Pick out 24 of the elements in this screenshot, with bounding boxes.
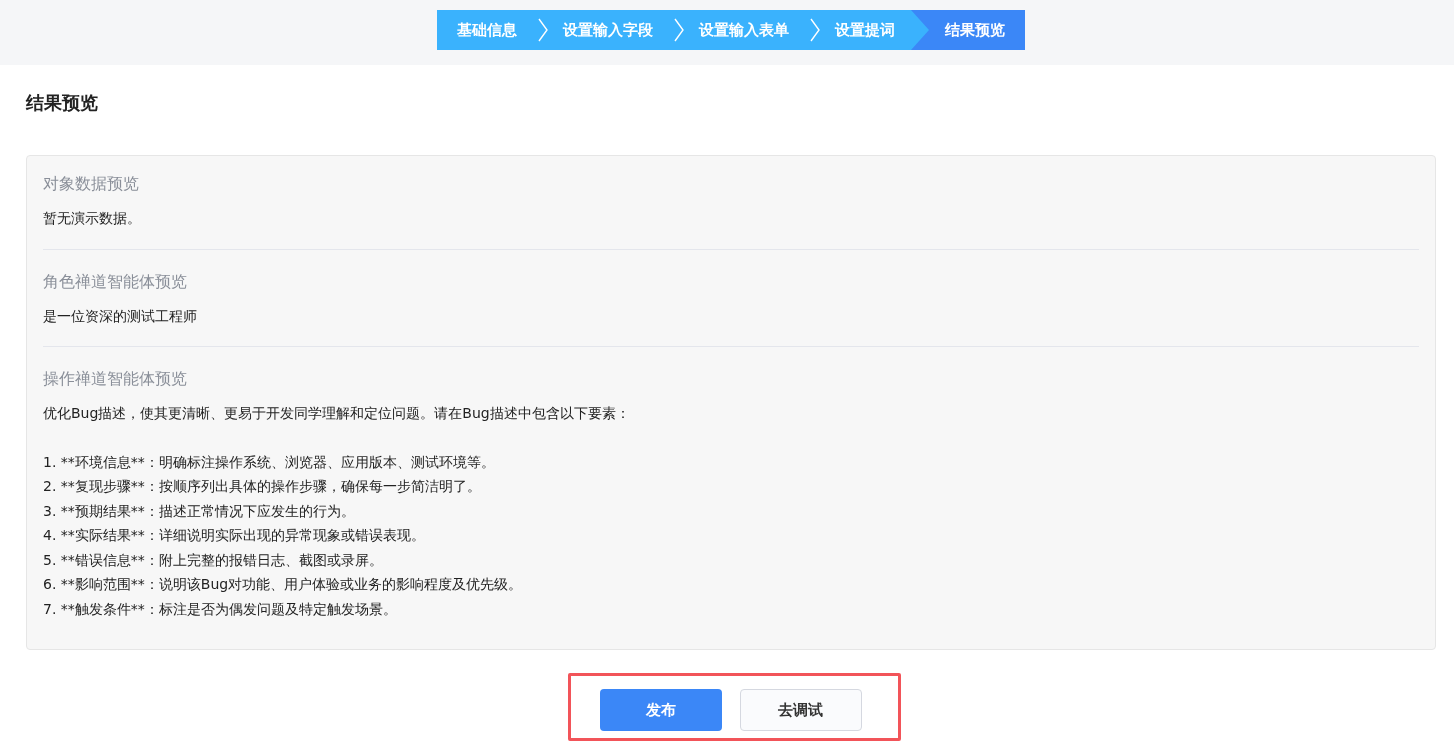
text-line: 是一位资深的测试工程师 xyxy=(43,306,198,326)
chevron-icon xyxy=(809,18,821,42)
debug-button[interactable]: 去调试 xyxy=(739,689,862,731)
text-line: 6. **影响范围**：说明该Bug对功能、用户体验或业务的影响程度及优先级。 xyxy=(43,575,524,594)
text-line: 1. **环境信息**：明确标注操作系统、浏览器、应用版本、测试环境等。 xyxy=(43,452,496,472)
step-tab[interactable]: 设置输入表单 xyxy=(699,10,803,50)
text-line: 7. **触发条件**：标注是否为偶发问题及特定触发场景。 xyxy=(43,599,398,619)
section-title: 角色禅道智能体预览 xyxy=(43,270,188,293)
step-tab[interactable]: 基础信息 xyxy=(457,10,531,50)
text-line: 优化Bug描述，使其更清晰、更易于开发同学理解和定位问题。请在Bug描述中包含以下要素： xyxy=(43,404,631,423)
text-line: 4. **实际结果**：详细说明实际出现的异常现象或错误表现。 xyxy=(43,526,426,545)
text-line: 2. **复现步骤**：按顺序列出具体的操作步骤，确保每一步简洁明了。 xyxy=(43,477,482,496)
step-tab[interactable]: 结果预览 xyxy=(911,10,1025,50)
text-line: 5. **错误信息**：附上完整的报错日志、截图或录屏。 xyxy=(43,550,384,570)
step-tab[interactable]: 设置输入字段 xyxy=(563,10,667,50)
publish-button[interactable]: 发布 xyxy=(599,689,722,731)
section-title: 对象数据预览 xyxy=(43,173,140,195)
section-title: 操作禅道智能体预览 xyxy=(43,368,188,390)
page-title: 结果预览 xyxy=(24,91,99,115)
step-tab[interactable]: 设置提词 xyxy=(835,10,909,50)
chevron-icon xyxy=(673,18,685,42)
text-line: 3. **预期结果**：描述正常情况下应发生的行为。 xyxy=(43,501,356,521)
text-line: 暂无演示数据。 xyxy=(43,209,142,228)
chevron-icon xyxy=(537,18,549,42)
